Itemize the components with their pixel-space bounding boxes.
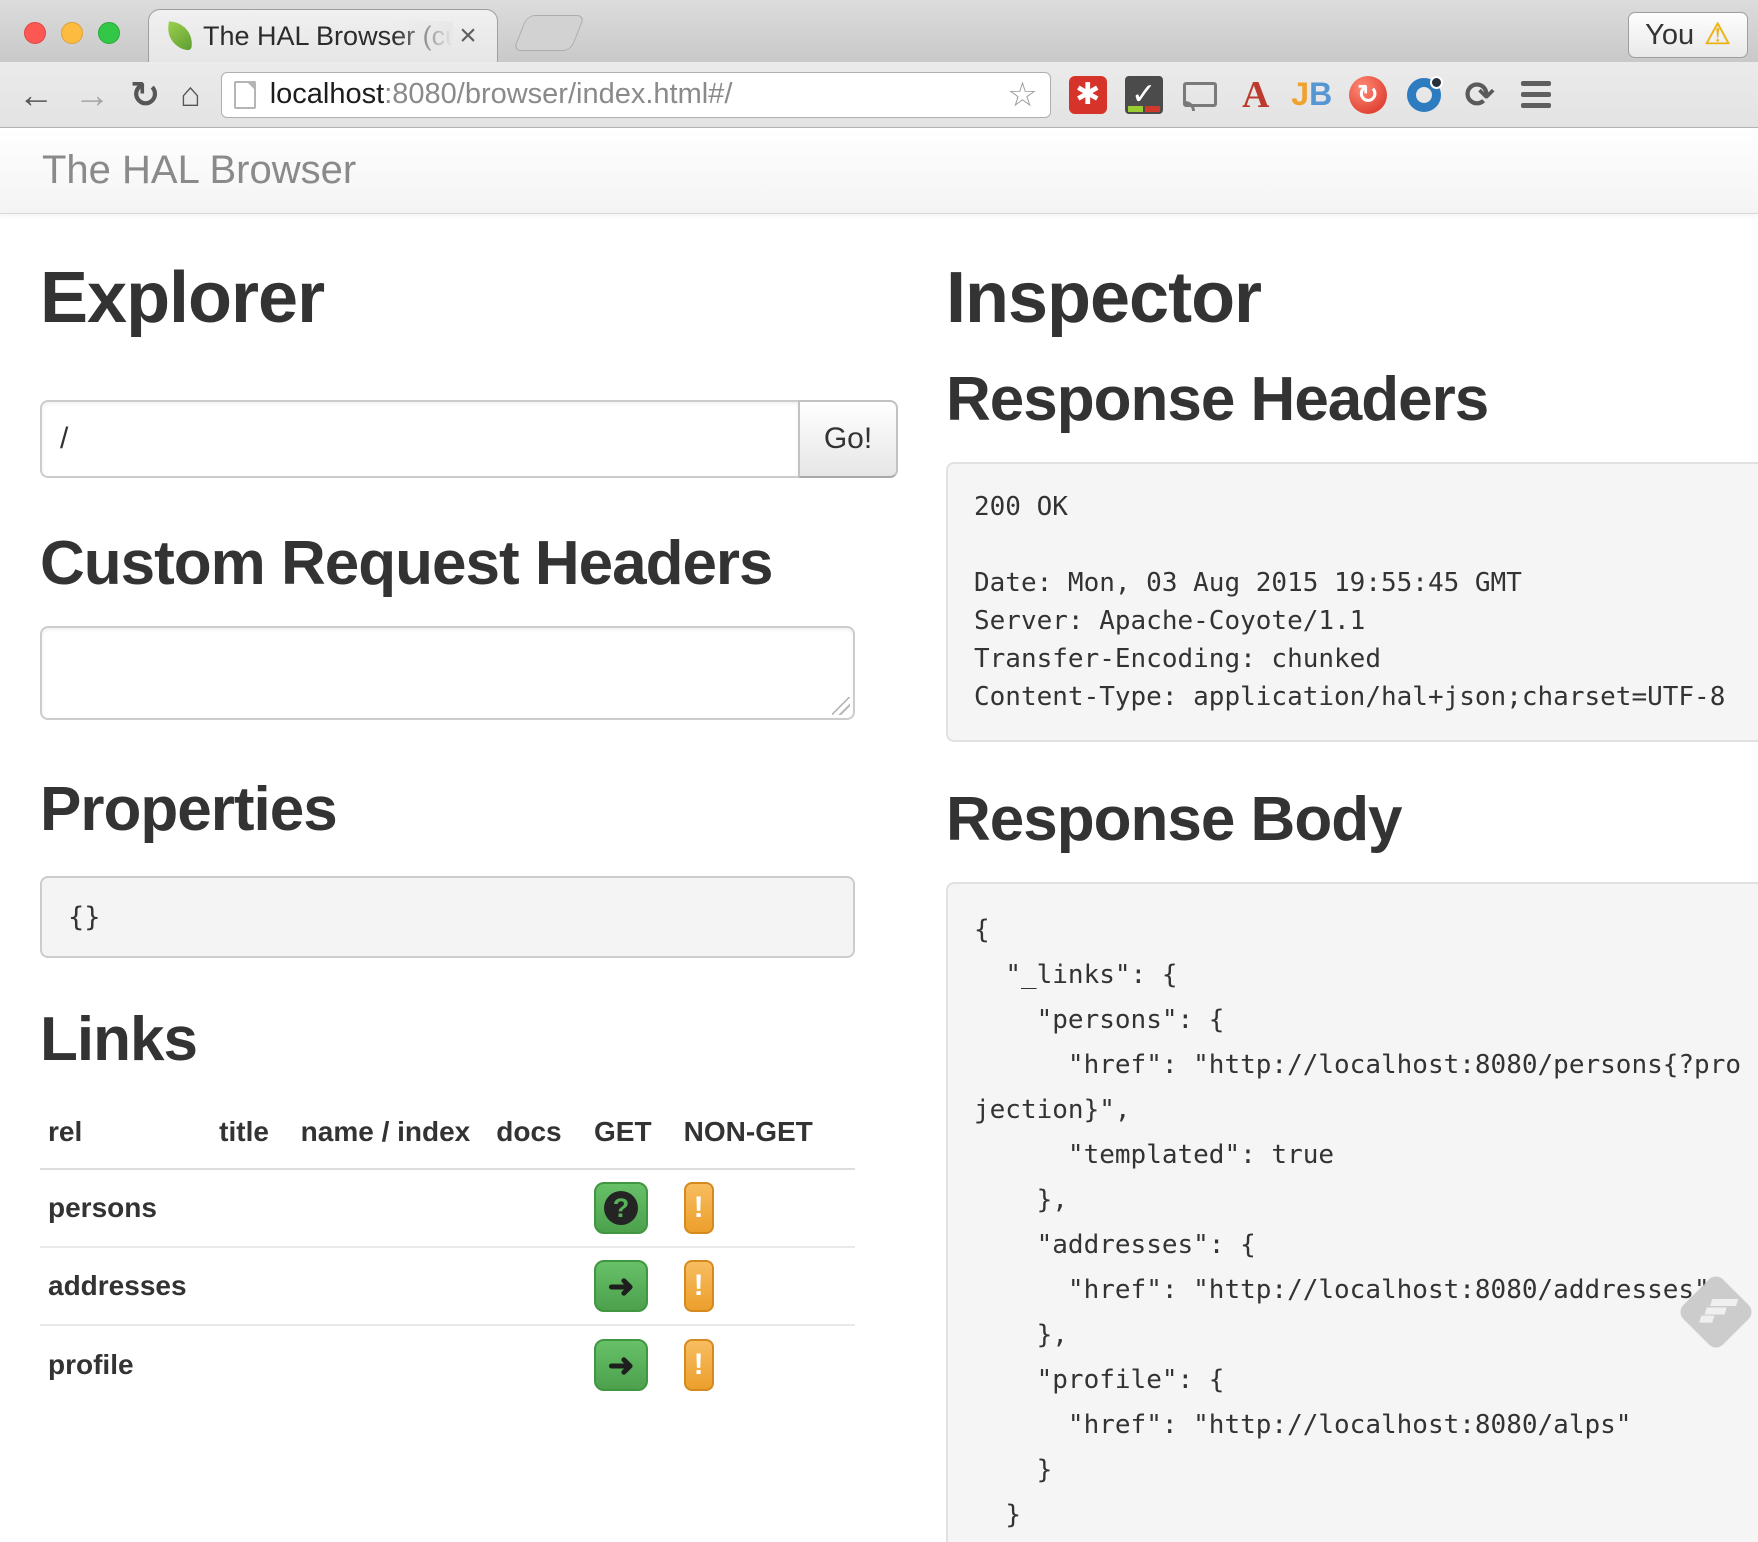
col-docs: docs <box>488 1098 586 1169</box>
browser-window: The HAL Browser (customiz × You ⚠ ← → ↻ … <box>0 0 1758 1542</box>
session-restore-icon[interactable]: ⟳ <box>1461 76 1499 114</box>
non-get-button[interactable]: ! <box>684 1339 714 1391</box>
sync-icon[interactable]: ↻ <box>1349 76 1387 114</box>
get-button[interactable]: ? <box>594 1182 648 1234</box>
response-body-box: { "_links": { "persons": { "href": "http… <box>946 882 1758 1542</box>
back-icon[interactable]: ← <box>18 77 54 113</box>
get-button[interactable]: ➜ <box>594 1260 648 1312</box>
custom-headers-title: Custom Request Headers <box>40 528 898 600</box>
properties-value: {} <box>40 876 855 958</box>
table-row-persons: persons ? ! <box>40 1169 855 1247</box>
resource-path-input[interactable] <box>40 400 798 478</box>
col-non-get: NON-GET <box>676 1098 855 1169</box>
custom-headers-wrap <box>40 626 855 720</box>
checklist-icon[interactable]: ✓ <box>1125 76 1163 114</box>
close-tab-icon[interactable]: × <box>453 19 483 53</box>
forward-icon[interactable]: → <box>74 77 110 113</box>
exclamation-icon: ! <box>694 1269 704 1303</box>
minimize-window-button[interactable] <box>61 22 83 44</box>
inspector-title: Inspector <box>946 258 1758 338</box>
go-button[interactable]: Go! <box>798 400 898 478</box>
profile-label: You <box>1645 19 1694 52</box>
menu-icon[interactable] <box>1521 81 1551 108</box>
profile-button[interactable]: You ⚠ <box>1628 12 1748 58</box>
links-header-row: rel title name / index docs GET NON-GET <box>40 1098 855 1169</box>
rel-label: persons <box>40 1169 211 1247</box>
close-window-button[interactable] <box>24 22 46 44</box>
explorer-panel: Explorer Go! Custom Request Headers Prop… <box>40 258 898 1542</box>
url-path: :8080/browser/index.html#/ <box>384 78 732 110</box>
custom-headers-textarea[interactable] <box>40 626 855 720</box>
non-get-button[interactable]: ! <box>684 1260 714 1312</box>
properties-title: Properties <box>40 774 898 846</box>
url-host: localhost <box>270 78 384 110</box>
url-text[interactable]: localhost:8080/browser/index.html#/ <box>270 78 1008 111</box>
table-row-profile: profile ➜ ! <box>40 1325 855 1403</box>
links-table: rel title name / index docs GET NON-GET … <box>40 1098 855 1403</box>
question-circle-icon: ? <box>604 1191 638 1225</box>
response-headers-title: Response Headers <box>946 364 1758 436</box>
page-content: Explorer Go! Custom Request Headers Prop… <box>0 214 1758 1542</box>
explorer-title: Explorer <box>40 258 898 338</box>
address-bar[interactable]: localhost:8080/browser/index.html#/ ☆ <box>221 72 1051 118</box>
new-tab-button[interactable] <box>513 15 586 51</box>
col-title: title <box>211 1098 293 1169</box>
jetbrains-icon[interactable]: JB <box>1293 76 1331 114</box>
browser-tab[interactable]: The HAL Browser (customiz × <box>148 9 498 62</box>
brand-title[interactable]: The HAL Browser <box>42 148 356 193</box>
response-headers-box: 200 OK Date: Mon, 03 Aug 2015 19:55:45 G… <box>946 462 1758 742</box>
ring-dot <box>1430 76 1443 89</box>
blue-ring-icon[interactable] <box>1405 76 1443 114</box>
warning-icon: ⚠ <box>1704 20 1731 50</box>
tab-title: The HAL Browser (customiz <box>203 21 453 52</box>
col-rel: rel <box>40 1098 211 1169</box>
exclamation-icon: ! <box>694 1191 704 1225</box>
rel-label: profile <box>40 1325 211 1403</box>
jb-j: J <box>1291 76 1309 113</box>
exclamation-icon: ! <box>694 1348 704 1382</box>
home-icon[interactable]: ⌂ <box>180 78 201 112</box>
response-body-title: Response Body <box>946 784 1758 856</box>
address-input-group: Go! <box>40 400 898 478</box>
page-icon <box>234 81 256 109</box>
get-button[interactable]: ➜ <box>594 1339 648 1391</box>
page-navbar: The HAL Browser <box>0 128 1758 214</box>
chromecast-icon[interactable] <box>1181 76 1219 114</box>
window-controls <box>24 22 120 44</box>
resize-grip-icon[interactable] <box>832 697 850 715</box>
lastpass-icon[interactable]: ✱ <box>1069 76 1107 114</box>
tab-strip: The HAL Browser (customiz × You ⚠ <box>0 0 1758 62</box>
col-get: GET <box>586 1098 676 1169</box>
zoom-window-button[interactable] <box>98 22 120 44</box>
arrow-right-icon: ➜ <box>608 1270 635 1302</box>
rel-label: addresses <box>40 1247 211 1325</box>
arrow-right-icon: ➜ <box>608 1349 635 1381</box>
bookmark-star-icon[interactable]: ☆ <box>1007 75 1037 115</box>
col-name-index: name / index <box>293 1098 489 1169</box>
tab-title-fade <box>393 21 453 52</box>
jb-b: B <box>1309 76 1332 113</box>
reload-icon[interactable]: ↻ <box>130 77 160 113</box>
non-get-button[interactable]: ! <box>684 1182 714 1234</box>
browser-toolbar: ← → ↻ ⌂ localhost:8080/browser/index.htm… <box>0 62 1758 128</box>
table-row-addresses: addresses ➜ ! <box>40 1247 855 1325</box>
inspector-panel: Inspector Response Headers 200 OK Date: … <box>946 258 1758 1542</box>
spring-leaf-favicon-icon <box>165 21 194 50</box>
links-title: Links <box>40 1004 898 1076</box>
letter-a-icon[interactable]: A <box>1237 76 1275 114</box>
